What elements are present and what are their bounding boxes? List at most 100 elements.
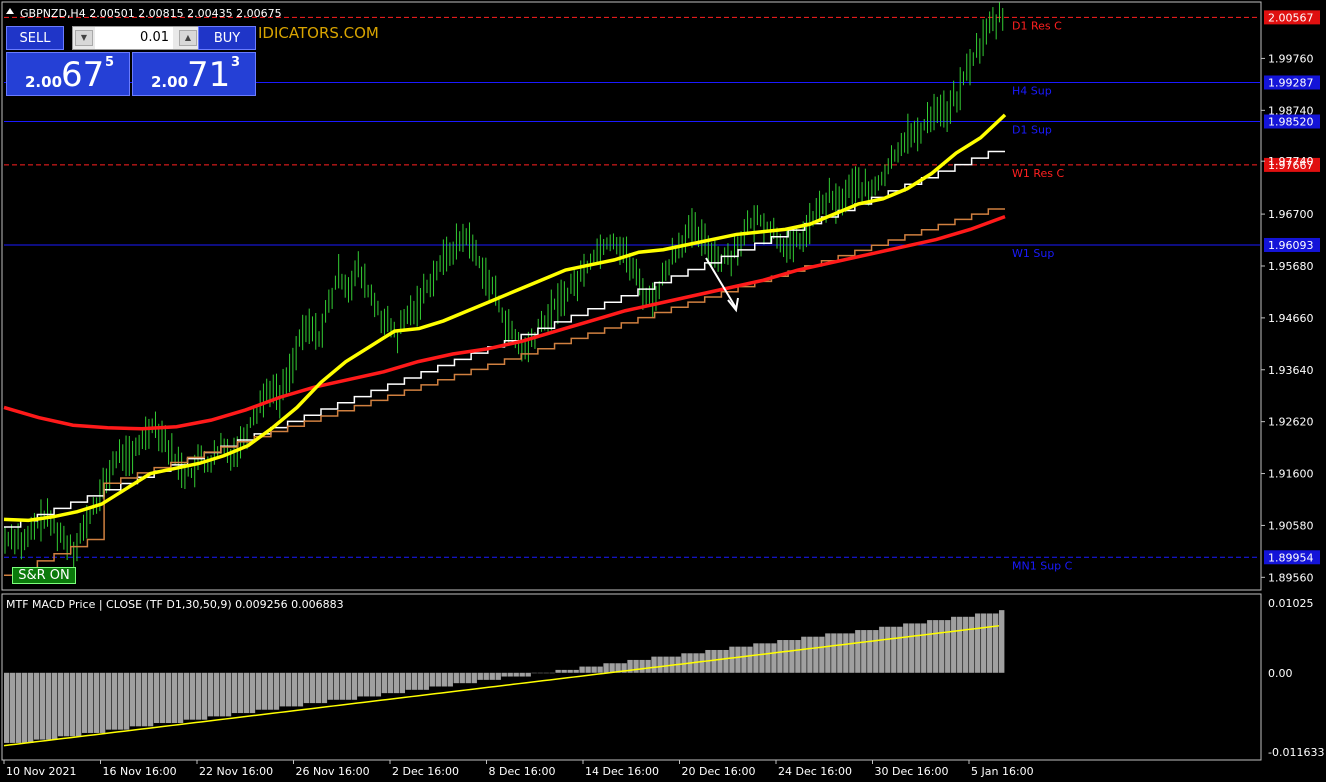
macd-histogram-bar — [87, 672, 94, 733]
macd-histogram-bar — [603, 663, 609, 673]
macd-histogram-bar — [735, 646, 741, 673]
macd-histogram-bar — [267, 672, 274, 710]
sell-button[interactable]: SELL — [6, 26, 64, 50]
ema-fast-line — [3, 113, 1007, 523]
macd-histogram-bar — [117, 672, 124, 730]
y-tick-label: 1.92620 — [1268, 416, 1314, 429]
macd-histogram-bar — [663, 656, 669, 673]
macd-histogram-bar — [609, 663, 615, 673]
macd-histogram-bar — [915, 623, 921, 673]
macd-histogram-bar — [249, 672, 256, 714]
macd-histogram-bar — [291, 672, 298, 707]
sr-toggle-button[interactable]: S&R ON — [12, 567, 76, 584]
macd-histogram-bar — [135, 672, 142, 727]
macd-histogram-bar — [327, 672, 334, 700]
macd-histogram-bar — [165, 672, 172, 724]
macd-title: MTF MACD Price | CLOSE (TF D1,30,50,9) 0… — [6, 598, 344, 611]
x-tick-label: 16 Nov 16:00 — [103, 765, 177, 778]
macd-histogram-bar — [813, 636, 819, 673]
macd-histogram-bar — [363, 672, 370, 697]
macd-histogram-bar — [387, 672, 394, 694]
level-badge-text: 1.89954 — [1268, 551, 1314, 564]
macd-histogram-bar — [741, 646, 747, 673]
macd-histogram-bar — [63, 672, 70, 737]
macd-histogram-bar — [75, 672, 82, 737]
macd-histogram-bar — [597, 666, 603, 673]
macd-histogram-bar — [987, 613, 993, 673]
macd-histogram-bar — [567, 669, 573, 673]
macd-histogram-bar — [369, 672, 376, 697]
sell-price-sup: 5 — [105, 55, 115, 70]
sell-price-box[interactable]: 2.00 67 5 — [6, 52, 130, 96]
macd-histogram-bar — [357, 672, 364, 697]
buy-price-box[interactable]: 2.00 71 3 — [132, 52, 256, 96]
sell-price-prefix: 2.00 — [25, 73, 63, 91]
macd-histogram-bar — [903, 623, 909, 673]
macd-histogram-bar — [51, 672, 58, 740]
macd-histogram-bar — [351, 672, 358, 700]
lot-size-field[interactable]: ▼ 0.01 ▲ — [72, 26, 202, 50]
buy-price-big: 71 — [187, 55, 231, 95]
macd-histogram-bar — [261, 672, 268, 710]
macd-histogram-bar — [747, 646, 753, 673]
macd-histogram-bar — [969, 616, 975, 673]
macd-histogram-bar — [729, 646, 735, 673]
macd-histogram-bar — [4, 672, 10, 743]
macd-histogram-bar — [651, 656, 657, 673]
collapse-icon[interactable] — [6, 8, 14, 14]
macd-histogram-bar — [105, 672, 112, 730]
macd-histogram-bar — [723, 649, 729, 673]
macd-histogram-bar — [27, 672, 34, 743]
macd-histogram-bar — [699, 653, 705, 673]
macd-histogram-bar — [927, 620, 933, 673]
macd-histogram-bar — [999, 610, 1005, 673]
macd-histogram-bar — [339, 672, 346, 700]
macd-histogram-bar — [309, 672, 316, 704]
macd-histogram-bar — [219, 672, 226, 717]
macd-histogram-bar — [843, 633, 849, 673]
y-tick-label: 1.99760 — [1268, 52, 1314, 65]
macd-histogram-bar — [225, 672, 232, 717]
macd-histogram-bar — [189, 672, 196, 720]
macd-y-tick-label: 0.00 — [1268, 667, 1293, 680]
macd-histogram-bar — [777, 640, 783, 673]
orange-step-line — [4, 208, 1005, 577]
macd-histogram-bar — [633, 659, 639, 673]
y-tick-label: 1.89560 — [1268, 571, 1314, 584]
macd-histogram-bar — [717, 649, 723, 673]
macd-y-tick-label: -0.011633 — [1268, 746, 1324, 759]
macd-histogram-bar — [873, 630, 879, 673]
y-tick-label: 1.93640 — [1268, 364, 1314, 377]
macd-histogram-bar — [963, 616, 969, 673]
arrow-annotation — [705, 257, 739, 313]
one-click-trade-panel: SELL ▼ 0.01 ▲ BUY 2.00 67 5 2.00 71 3 — [6, 26, 256, 96]
macd-histogram-bar — [507, 672, 513, 677]
macd-histogram-bar — [783, 640, 789, 673]
macd-histogram-bar — [345, 672, 352, 700]
buy-button[interactable]: BUY — [198, 26, 256, 50]
lot-decrease-icon[interactable]: ▼ — [75, 30, 93, 46]
macd-histogram-bar — [657, 656, 663, 673]
macd-histogram-bar — [9, 672, 16, 743]
macd-histogram-bar — [945, 620, 951, 673]
macd-histogram-bar — [279, 672, 286, 707]
x-tick-label: 10 Nov 2021 — [6, 765, 76, 778]
macd-histogram-bar — [33, 672, 40, 740]
macd-histogram-bar — [195, 672, 202, 720]
y-tick-label: 1.98740 — [1268, 104, 1314, 117]
macd-histogram-bar — [93, 672, 100, 733]
y-tick-label: 1.95680 — [1268, 260, 1314, 273]
macd-histogram-bar — [243, 672, 250, 714]
macd-histogram-bar — [321, 672, 328, 704]
lot-increase-icon[interactable]: ▲ — [179, 30, 197, 46]
lot-size-input[interactable]: 0.01 — [95, 27, 173, 49]
watermark: IDICATORS.COM — [258, 24, 379, 42]
macd-histogram-bar — [477, 672, 483, 680]
macd-histogram-bar — [759, 643, 765, 673]
y-tick-label: 1.94660 — [1268, 312, 1314, 325]
x-tick-label: 22 Nov 16:00 — [199, 765, 273, 778]
macd-histogram-bar — [645, 659, 651, 673]
macd-histogram-bar — [495, 672, 501, 680]
macd-histogram-bar — [867, 630, 873, 673]
macd-histogram-bar — [795, 640, 801, 673]
